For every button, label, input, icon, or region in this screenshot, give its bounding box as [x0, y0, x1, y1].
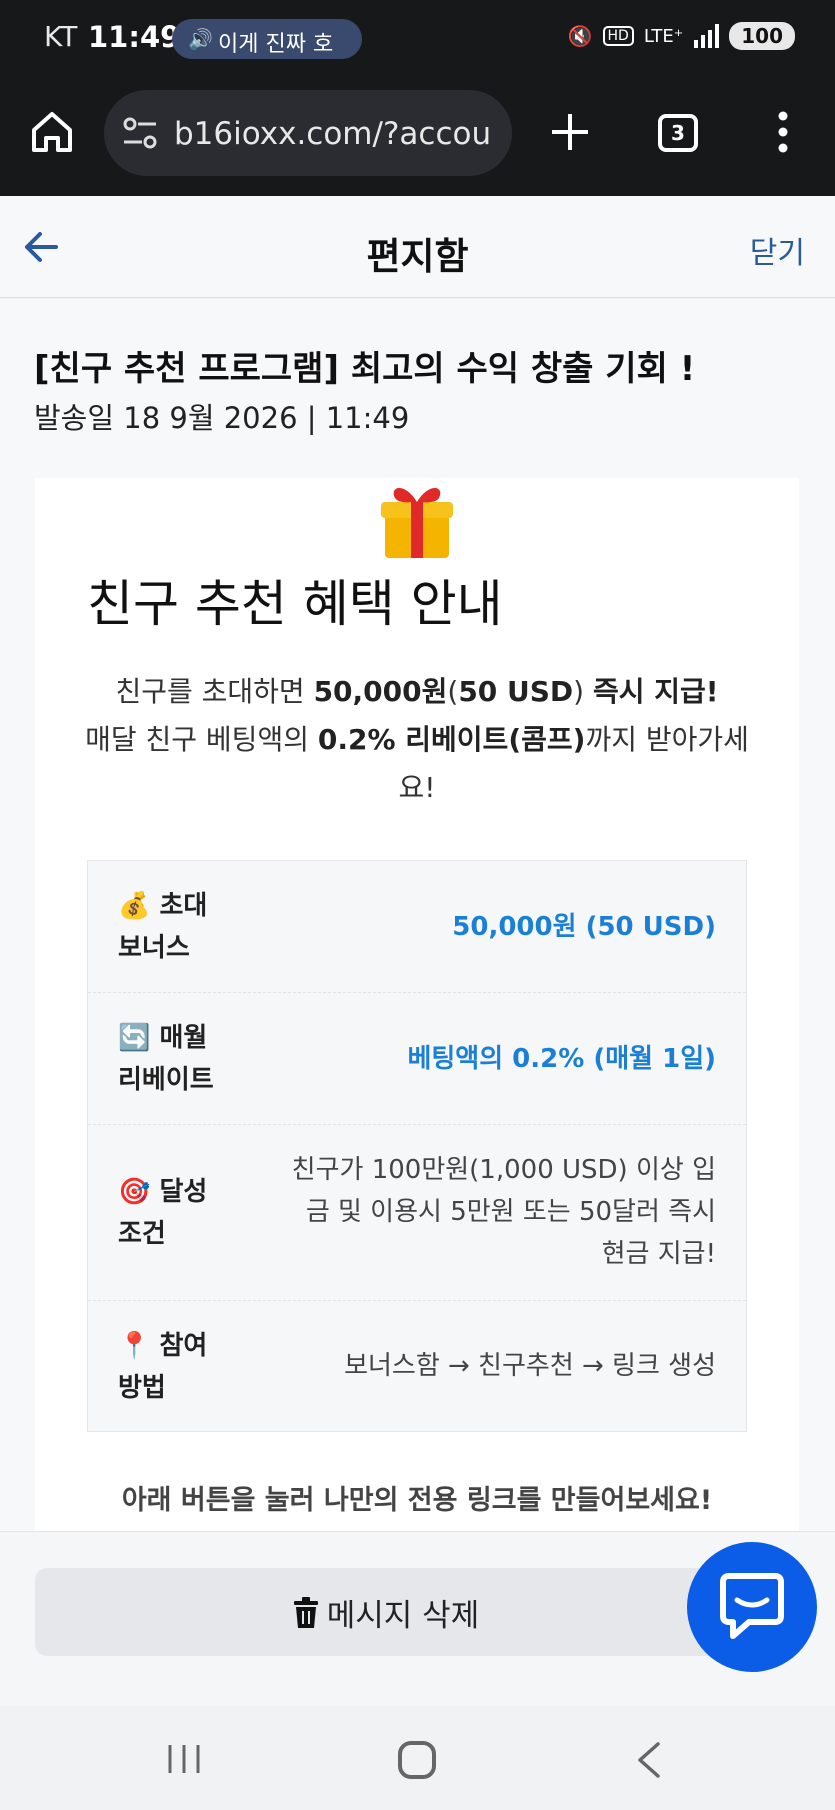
refresh-icon: 🔄 — [118, 1023, 151, 1053]
row-value: 보너스함 → 친구추천 → 링크 생성 — [344, 1351, 716, 1381]
tab-switcher-button[interactable]: 3 — [658, 114, 698, 152]
speaker-icon: 🔊 — [188, 27, 213, 51]
url-text[interactable]: b16ioxx.com/?accou — [174, 116, 499, 152]
more-menu-icon[interactable] — [772, 110, 794, 154]
desc-instant: 즉시 지급! — [593, 675, 719, 708]
chat-button[interactable] — [687, 1542, 817, 1672]
message-view[interactable]: [친구 추천 프로그램] 최고의 수익 창출 기회 ! 발송일 18 9월 20… — [0, 299, 835, 1531]
pin-icon: 📍 — [118, 1331, 151, 1361]
benefit-description: 친구를 초대하면 50,000원(50 USD) 즉시 지급! 매달 친구 베팅… — [75, 668, 759, 812]
desc-rebate: 0.2% 리베이트(콤프) — [317, 723, 586, 756]
desc-bonus-amount: 50,000원 — [313, 675, 448, 708]
desc-bonus-usd: 50 USD — [458, 675, 574, 708]
desc-text: 매달 친구 베팅액의 — [85, 723, 318, 756]
close-button[interactable]: 닫기 — [750, 228, 805, 272]
row-label: 🎯 달성 조건 — [118, 1171, 238, 1255]
gift-icon — [381, 488, 453, 558]
message-body-card: 친구 추천 혜택 안내 친구를 초대하면 50,000원(50 USD) 즉시 … — [35, 478, 799, 1531]
benefit-table: 💰 초대 보너스 50,000원 (50 USD) 🔄 매월 리베이트 베팅액의… — [87, 860, 747, 1432]
row-label: 🔄 매월 리베이트 — [118, 1017, 238, 1101]
money-bag-icon: 💰 — [118, 891, 151, 921]
row-label: 📍 참여 방법 — [118, 1325, 238, 1409]
network-label: LTE⁺ — [643, 25, 684, 47]
delete-message-button[interactable]: 메시지 삭제 — [35, 1568, 735, 1656]
table-row: 🔄 매월 리베이트 베팅액의 0.2% (매월 1일) — [88, 993, 746, 1125]
table-row: 📍 참여 방법 보너스함 → 친구추천 → 링크 생성 — [88, 1301, 746, 1431]
delete-button-content: 메시지 삭제 — [291, 1590, 479, 1635]
address-bar[interactable]: b16ioxx.com/?accou — [104, 90, 512, 176]
clock: 11:49 — [88, 20, 181, 54]
desc-paren-close: ) — [573, 675, 593, 708]
desc-text: 친구를 초대하면 — [115, 675, 314, 708]
new-tab-icon[interactable] — [548, 110, 592, 154]
home-icon[interactable] — [28, 108, 76, 156]
mute-icon: 🔇 — [567, 24, 593, 48]
table-row: 💰 초대 보너스 50,000원 (50 USD) — [88, 861, 746, 993]
delete-label: 메시지 삭제 — [326, 1598, 480, 1634]
media-chip[interactable]: 🔊 이게 진짜 호 — [172, 19, 362, 59]
site-settings-icon[interactable] — [122, 116, 158, 150]
home-nav-icon[interactable] — [398, 1741, 436, 1779]
status-icons: 🔇 HD LTE⁺ 100 — [568, 22, 795, 50]
hd-icon: HD — [602, 26, 634, 46]
row-value: 친구가 100만원(1,000 USD) 이상 입금 및 이용시 5만원 또는 … — [291, 1155, 716, 1269]
page-title: 편지함 — [366, 235, 469, 278]
app-header: 편지함 닫기 — [0, 196, 835, 298]
card-heading: 친구 추천 혜택 안내 — [87, 575, 503, 633]
message-subject: [친구 추천 프로그램] 최고의 수익 창출 기회 ! — [34, 349, 696, 389]
back-nav-icon[interactable] — [634, 1740, 664, 1780]
recent-apps-icon[interactable] — [166, 1742, 202, 1776]
status-bar: KT 11:49 🔊 이게 진짜 호 🔇 HD LTE⁺ 100 — [0, 0, 835, 80]
message-date: 발송일 18 9월 2026 | 11:49 — [34, 401, 410, 435]
browser-toolbar: b16ioxx.com/?accou 3 — [0, 80, 835, 196]
media-label: 이게 진짜 호 — [218, 32, 334, 57]
chat-bubble-icon — [720, 1573, 784, 1639]
carrier-label: KT — [44, 20, 78, 53]
table-row: 🎯 달성 조건 친구가 100만원(1,000 USD) 이상 입금 및 이용시… — [88, 1125, 746, 1301]
battery-level: 100 — [741, 24, 783, 48]
row-value: 베팅액의 0.2% (매월 1일) — [407, 1044, 716, 1074]
row-label: 💰 초대 보너스 — [118, 885, 238, 969]
cta-text: 아래 버튼을 눌러 나만의 전용 링크를 만들어보세요! — [121, 1485, 713, 1516]
trash-icon — [293, 1596, 318, 1628]
target-icon: 🎯 — [118, 1177, 151, 1207]
battery-indicator: 100 — [729, 22, 795, 50]
row-value: 50,000원 (50 USD) — [452, 912, 716, 942]
desc-paren-open: ( — [447, 675, 459, 708]
system-nav-bar — [0, 1706, 835, 1810]
signal-icon — [694, 24, 720, 48]
